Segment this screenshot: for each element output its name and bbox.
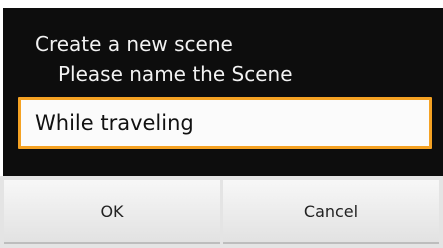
dialog-title: Create a new scene xyxy=(35,32,233,56)
ok-button[interactable]: OK xyxy=(4,180,220,244)
create-scene-dialog: Create a new scene Please name the Scene… xyxy=(0,0,443,248)
dialog-body: Create a new scene Please name the Scene xyxy=(3,8,443,176)
scene-name-input[interactable] xyxy=(18,97,432,149)
dialog-message: Please name the Scene xyxy=(58,62,293,86)
button-bar: OK Cancel xyxy=(0,176,443,248)
cancel-button[interactable]: Cancel xyxy=(223,180,439,244)
